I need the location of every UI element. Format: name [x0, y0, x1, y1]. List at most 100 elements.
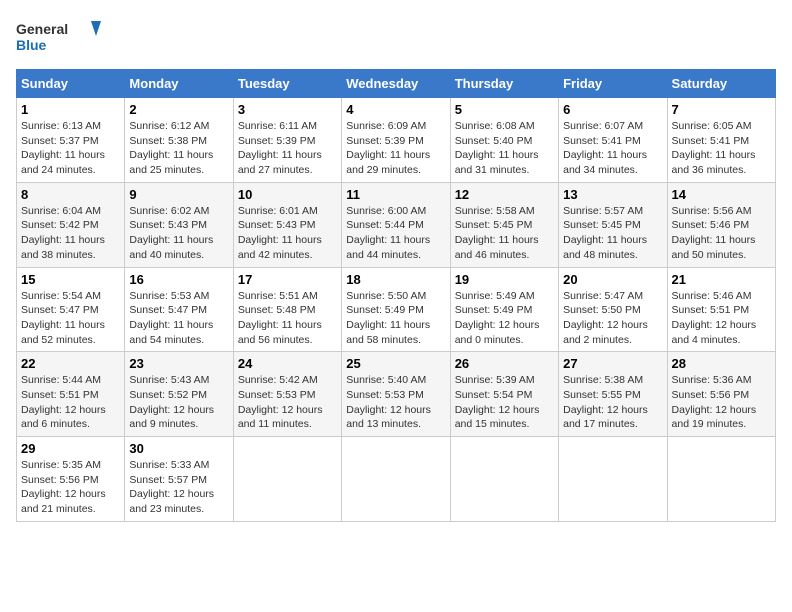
calendar-cell: 19 Sunrise: 5:49 AMSunset: 5:49 PMDaylig…	[450, 267, 558, 352]
column-header-monday: Monday	[125, 70, 233, 98]
calendar-cell: 3 Sunrise: 6:11 AMSunset: 5:39 PMDayligh…	[233, 98, 341, 183]
logo-icon: General Blue	[16, 16, 106, 61]
day-number: 9	[129, 187, 228, 202]
column-header-tuesday: Tuesday	[233, 70, 341, 98]
calendar-cell	[342, 437, 450, 522]
calendar-cell: 16 Sunrise: 5:53 AMSunset: 5:47 PMDaylig…	[125, 267, 233, 352]
column-header-saturday: Saturday	[667, 70, 775, 98]
day-number: 22	[21, 356, 120, 371]
column-header-thursday: Thursday	[450, 70, 558, 98]
calendar-cell: 13 Sunrise: 5:57 AMSunset: 5:45 PMDaylig…	[559, 182, 667, 267]
day-number: 8	[21, 187, 120, 202]
calendar-cell: 26 Sunrise: 5:39 AMSunset: 5:54 PMDaylig…	[450, 352, 558, 437]
day-number: 10	[238, 187, 337, 202]
day-info: Sunrise: 6:13 AMSunset: 5:37 PMDaylight:…	[21, 119, 120, 178]
day-info: Sunrise: 6:12 AMSunset: 5:38 PMDaylight:…	[129, 119, 228, 178]
calendar-cell: 29 Sunrise: 5:35 AMSunset: 5:56 PMDaylig…	[17, 437, 125, 522]
day-number: 13	[563, 187, 662, 202]
day-number: 29	[21, 441, 120, 456]
day-number: 21	[672, 272, 771, 287]
day-number: 5	[455, 102, 554, 117]
day-number: 15	[21, 272, 120, 287]
day-number: 30	[129, 441, 228, 456]
page-header: General Blue	[16, 16, 776, 61]
column-header-friday: Friday	[559, 70, 667, 98]
day-number: 25	[346, 356, 445, 371]
day-info: Sunrise: 6:07 AMSunset: 5:41 PMDaylight:…	[563, 119, 662, 178]
day-number: 3	[238, 102, 337, 117]
calendar-cell: 20 Sunrise: 5:47 AMSunset: 5:50 PMDaylig…	[559, 267, 667, 352]
day-info: Sunrise: 5:47 AMSunset: 5:50 PMDaylight:…	[563, 289, 662, 348]
day-info: Sunrise: 6:02 AMSunset: 5:43 PMDaylight:…	[129, 204, 228, 263]
day-info: Sunrise: 5:49 AMSunset: 5:49 PMDaylight:…	[455, 289, 554, 348]
calendar-cell: 17 Sunrise: 5:51 AMSunset: 5:48 PMDaylig…	[233, 267, 341, 352]
day-info: Sunrise: 5:33 AMSunset: 5:57 PMDaylight:…	[129, 458, 228, 517]
day-info: Sunrise: 5:56 AMSunset: 5:46 PMDaylight:…	[672, 204, 771, 263]
calendar-cell: 14 Sunrise: 5:56 AMSunset: 5:46 PMDaylig…	[667, 182, 775, 267]
calendar-cell: 4 Sunrise: 6:09 AMSunset: 5:39 PMDayligh…	[342, 98, 450, 183]
day-info: Sunrise: 5:44 AMSunset: 5:51 PMDaylight:…	[21, 373, 120, 432]
day-number: 2	[129, 102, 228, 117]
day-number: 7	[672, 102, 771, 117]
calendar-cell: 11 Sunrise: 6:00 AMSunset: 5:44 PMDaylig…	[342, 182, 450, 267]
calendar-cell	[667, 437, 775, 522]
day-info: Sunrise: 5:54 AMSunset: 5:47 PMDaylight:…	[21, 289, 120, 348]
day-info: Sunrise: 5:57 AMSunset: 5:45 PMDaylight:…	[563, 204, 662, 263]
calendar-cell	[559, 437, 667, 522]
day-info: Sunrise: 6:09 AMSunset: 5:39 PMDaylight:…	[346, 119, 445, 178]
calendar-cell: 30 Sunrise: 5:33 AMSunset: 5:57 PMDaylig…	[125, 437, 233, 522]
day-info: Sunrise: 5:42 AMSunset: 5:53 PMDaylight:…	[238, 373, 337, 432]
calendar-cell	[450, 437, 558, 522]
day-info: Sunrise: 6:04 AMSunset: 5:42 PMDaylight:…	[21, 204, 120, 263]
column-header-wednesday: Wednesday	[342, 70, 450, 98]
calendar-cell: 9 Sunrise: 6:02 AMSunset: 5:43 PMDayligh…	[125, 182, 233, 267]
day-number: 26	[455, 356, 554, 371]
column-header-sunday: Sunday	[17, 70, 125, 98]
day-number: 23	[129, 356, 228, 371]
day-info: Sunrise: 6:05 AMSunset: 5:41 PMDaylight:…	[672, 119, 771, 178]
calendar-cell: 25 Sunrise: 5:40 AMSunset: 5:53 PMDaylig…	[342, 352, 450, 437]
day-number: 19	[455, 272, 554, 287]
day-info: Sunrise: 5:40 AMSunset: 5:53 PMDaylight:…	[346, 373, 445, 432]
day-number: 18	[346, 272, 445, 287]
calendar-cell: 10 Sunrise: 6:01 AMSunset: 5:43 PMDaylig…	[233, 182, 341, 267]
calendar-cell: 5 Sunrise: 6:08 AMSunset: 5:40 PMDayligh…	[450, 98, 558, 183]
day-info: Sunrise: 5:58 AMSunset: 5:45 PMDaylight:…	[455, 204, 554, 263]
calendar-cell: 7 Sunrise: 6:05 AMSunset: 5:41 PMDayligh…	[667, 98, 775, 183]
day-info: Sunrise: 5:39 AMSunset: 5:54 PMDaylight:…	[455, 373, 554, 432]
day-number: 28	[672, 356, 771, 371]
day-info: Sunrise: 6:11 AMSunset: 5:39 PMDaylight:…	[238, 119, 337, 178]
calendar-cell: 21 Sunrise: 5:46 AMSunset: 5:51 PMDaylig…	[667, 267, 775, 352]
day-number: 16	[129, 272, 228, 287]
calendar-cell: 28 Sunrise: 5:36 AMSunset: 5:56 PMDaylig…	[667, 352, 775, 437]
calendar-cell: 6 Sunrise: 6:07 AMSunset: 5:41 PMDayligh…	[559, 98, 667, 183]
day-info: Sunrise: 5:53 AMSunset: 5:47 PMDaylight:…	[129, 289, 228, 348]
day-number: 4	[346, 102, 445, 117]
day-number: 12	[455, 187, 554, 202]
calendar-cell	[233, 437, 341, 522]
day-number: 14	[672, 187, 771, 202]
calendar-cell: 2 Sunrise: 6:12 AMSunset: 5:38 PMDayligh…	[125, 98, 233, 183]
day-info: Sunrise: 5:35 AMSunset: 5:56 PMDaylight:…	[21, 458, 120, 517]
calendar-cell: 1 Sunrise: 6:13 AMSunset: 5:37 PMDayligh…	[17, 98, 125, 183]
logo: General Blue	[16, 16, 106, 61]
calendar-cell: 12 Sunrise: 5:58 AMSunset: 5:45 PMDaylig…	[450, 182, 558, 267]
day-info: Sunrise: 6:01 AMSunset: 5:43 PMDaylight:…	[238, 204, 337, 263]
day-info: Sunrise: 5:43 AMSunset: 5:52 PMDaylight:…	[129, 373, 228, 432]
day-number: 11	[346, 187, 445, 202]
day-number: 1	[21, 102, 120, 117]
day-number: 20	[563, 272, 662, 287]
calendar-cell: 15 Sunrise: 5:54 AMSunset: 5:47 PMDaylig…	[17, 267, 125, 352]
svg-text:General: General	[16, 21, 68, 37]
day-info: Sunrise: 6:00 AMSunset: 5:44 PMDaylight:…	[346, 204, 445, 263]
day-info: Sunrise: 5:38 AMSunset: 5:55 PMDaylight:…	[563, 373, 662, 432]
day-info: Sunrise: 5:46 AMSunset: 5:51 PMDaylight:…	[672, 289, 771, 348]
day-info: Sunrise: 5:50 AMSunset: 5:49 PMDaylight:…	[346, 289, 445, 348]
svg-text:Blue: Blue	[16, 37, 47, 53]
day-number: 27	[563, 356, 662, 371]
calendar-cell: 27 Sunrise: 5:38 AMSunset: 5:55 PMDaylig…	[559, 352, 667, 437]
calendar-cell: 23 Sunrise: 5:43 AMSunset: 5:52 PMDaylig…	[125, 352, 233, 437]
calendar-cell: 24 Sunrise: 5:42 AMSunset: 5:53 PMDaylig…	[233, 352, 341, 437]
day-number: 6	[563, 102, 662, 117]
calendar-cell: 22 Sunrise: 5:44 AMSunset: 5:51 PMDaylig…	[17, 352, 125, 437]
